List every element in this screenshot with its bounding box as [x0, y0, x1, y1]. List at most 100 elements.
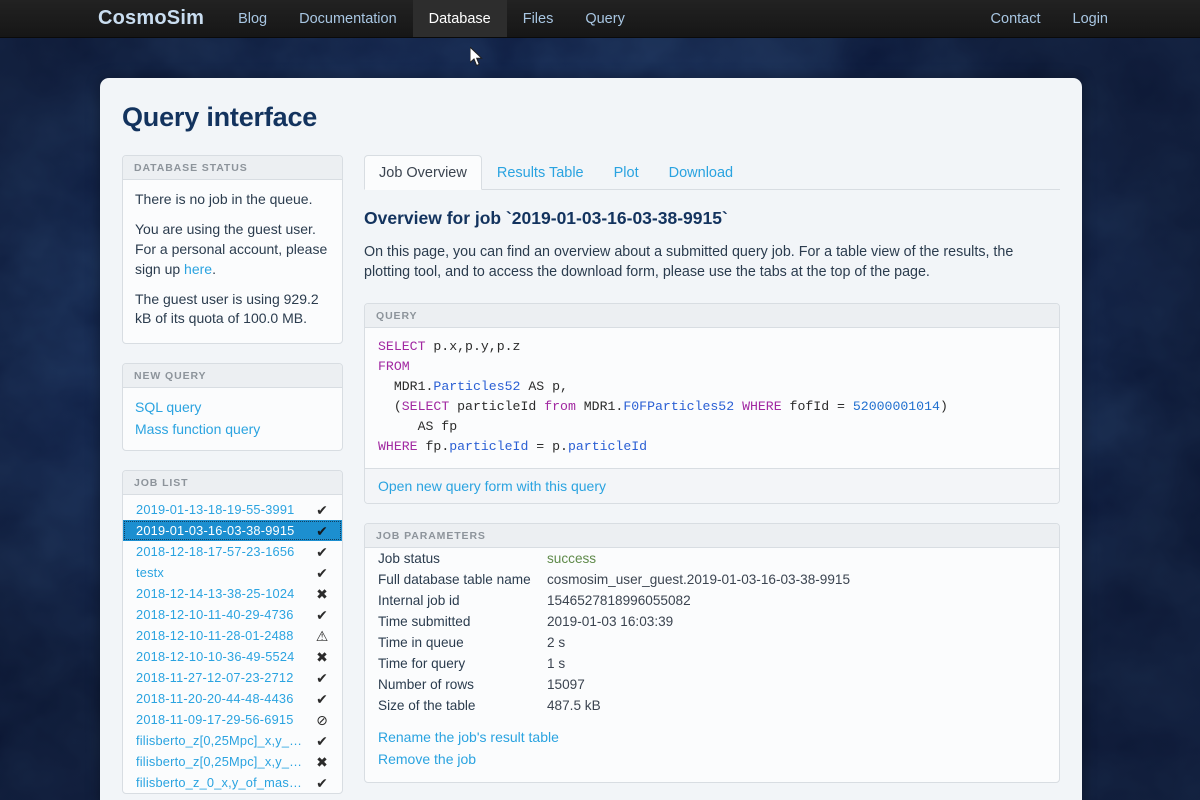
guest-user-text-post: . [212, 260, 216, 277]
nav-item-login[interactable]: Login [1057, 0, 1124, 37]
job-list-item-label: testx [136, 565, 165, 581]
nav-item-contact[interactable]: Contact [975, 0, 1057, 37]
sql-token-tbl: particleId [449, 438, 529, 454]
sql-line: AS fp [378, 417, 1046, 437]
job-parameter-row: Size of the table 487.5 kB [365, 695, 1059, 716]
nav-item-database[interactable]: Database [412, 0, 507, 37]
page-title: Query interface [122, 102, 318, 132]
rename-result-table-link[interactable]: Rename the job's result table [378, 726, 1046, 748]
job-actions: Rename the job's result table Remove the… [365, 716, 1059, 782]
nav-item-documentation[interactable]: Documentation [283, 0, 413, 37]
job-list-item-label: 2018-12-10-11-40-29-4736 [136, 607, 294, 623]
sql-line: WHERE fp.particleId = p.particleId [378, 437, 1046, 457]
job-list-item[interactable]: 2018-11-09-17-29-56-6915 ⊘ [123, 709, 342, 730]
job-list-item[interactable]: filisberto_z[0,25Mpc]_x,y_of... ✔ [123, 730, 342, 751]
job-parameter-key: Full database table name [378, 571, 531, 587]
cross-icon: ✖ [316, 648, 328, 665]
job-list-item-label: 2018-12-10-11-28-01-2488 [136, 628, 294, 644]
sql-token-kw: SELECT [378, 338, 426, 354]
sql-token-tbl: F0FParticles52 [623, 398, 735, 414]
job-list-item[interactable]: 2018-12-14-13-38-25-1024 ✖ [123, 583, 342, 604]
sidebar-item-sql-query[interactable]: SQL query [135, 396, 330, 418]
job-parameter-row: Time in queue 2 s [365, 632, 1059, 653]
sql-token-id: AS fp [378, 418, 458, 434]
check-icon: ✔ [316, 564, 328, 581]
sql-token-tbl: particleId [567, 438, 648, 454]
remove-job-link[interactable]: Remove the job [378, 748, 1046, 770]
database-status-card: DATABASE STATUS There is no job in the q… [122, 155, 343, 345]
job-parameter-value: 2019-01-03 16:03:39 [547, 613, 674, 629]
check-icon: ✔ [316, 774, 328, 791]
job-list-item[interactable]: 2018-12-18-17-57-23-1656 ✔ [123, 541, 342, 562]
job-list-item[interactable]: filisberto_z_0_x,y_of_massiv... ✔ [123, 772, 342, 793]
sidebar-item-mass-function-query[interactable]: Mass function query [135, 418, 330, 440]
tab-download[interactable]: Download [654, 155, 749, 190]
sql-line: (SELECT particleId from MDR1.F0FParticle… [378, 397, 1046, 417]
sql-line: MDR1.Particles52 AS p, [378, 377, 1046, 397]
job-list-item-label: 2018-11-20-20-44-48-4436 [136, 691, 294, 707]
job-list-item-label: filisberto_z[0,25Mpc]_x,y_of... [136, 754, 306, 770]
job-list-item-label: 2019-01-13-18-19-55-3991 [136, 502, 295, 518]
new-query-list: SQL query Mass function query [123, 388, 342, 450]
database-status-body: There is no job in the queue. You are us… [123, 180, 342, 343]
job-list-item[interactable]: 2019-01-03-16-03-38-9915 ✔ [123, 520, 342, 542]
job-parameter-row: Job status success [365, 548, 1059, 569]
job-list-item-label: filisberto_z[0,25Mpc]_x,y_of... [136, 733, 306, 749]
job-list-item[interactable]: testx ✔ [123, 562, 342, 583]
job-parameter-row: Internal job id 1546527818996055082 [365, 590, 1059, 611]
job-parameter-key: Number of rows [378, 676, 474, 692]
job-parameter-value: 1 s [547, 655, 566, 671]
job-list-item[interactable]: 2018-11-20-20-44-48-4436 ✔ [123, 688, 342, 709]
prohibited-icon: ⊘ [316, 711, 328, 728]
sql-token-id: MDR1. [378, 378, 434, 394]
cross-icon: ✖ [316, 585, 328, 602]
job-parameter-value: cosmosim_user_guest.2019-01-03-16-03-38-… [547, 571, 851, 587]
job-parameter-key: Job status [378, 550, 440, 566]
job-list-item[interactable]: filisberto_z[0,25Mpc]_x,y_of... ✖ [123, 751, 342, 772]
job-list-item-label: 2018-11-09-17-29-56-6915 [136, 712, 294, 728]
database-status-header: DATABASE STATUS [123, 156, 342, 180]
nav-item-blog[interactable]: Blog [222, 0, 283, 37]
job-list-item[interactable]: 2018-12-10-10-36-49-5524 ✖ [123, 646, 342, 667]
open-new-query-form-link[interactable]: Open new query form with this query [378, 478, 1046, 494]
job-list-item[interactable]: 2018-11-27-12-07-23-2712 ✔ [123, 667, 342, 688]
job-list-item[interactable]: 2019-01-13-18-19-55-3991 ✔ [123, 499, 342, 520]
nav-item-query[interactable]: Query [569, 0, 641, 37]
content-panel: Query interface DATABASE STATUS There is… [100, 78, 1082, 800]
job-list-item-label: 2018-12-10-10-36-49-5524 [136, 649, 295, 665]
nav-item-files[interactable]: Files [507, 0, 570, 37]
job-parameters-table: Job status success Full database table nam… [365, 548, 1059, 716]
sql-token-id: AS p, [520, 378, 568, 394]
job-list-item[interactable]: 2018-12-10-11-40-29-4736 ✔ [123, 604, 342, 625]
tab-job-overview[interactable]: Job Overview [364, 155, 482, 190]
job-parameters-card: JOB PARAMETERS Job status success Full dat… [364, 522, 1060, 783]
job-parameters-header: JOB PARAMETERS [365, 523, 1059, 548]
brand-logo[interactable]: CosmoSim [0, 0, 222, 37]
check-icon: ✔ [316, 606, 328, 623]
query-card-header: QUERY [365, 303, 1059, 328]
sql-token-id: ) [939, 398, 948, 414]
job-parameter-value: success [547, 550, 597, 566]
job-parameter-key: Time for query [378, 655, 466, 671]
job-parameter-row: Time for query 1 s [365, 653, 1059, 674]
sql-line: FROM [378, 357, 1046, 377]
sql-token-id: particleId [449, 398, 545, 414]
job-parameter-value: 1546527818996055082 [547, 592, 691, 608]
tab-plot[interactable]: Plot [599, 155, 654, 190]
signup-here-link[interactable]: here [184, 261, 212, 277]
job-list-item-label: 2019-01-03-16-03-38-9915 [136, 523, 295, 539]
tab-results-table[interactable]: Results Table [482, 155, 599, 190]
job-list-item-label: filisberto_z_0_x,y_of_massiv... [136, 775, 306, 791]
check-icon: ✔ [316, 690, 328, 707]
job-parameter-value: 15097 [547, 676, 585, 692]
job-parameter-key: Size of the table [378, 697, 476, 713]
job-list-item[interactable]: 2018-12-10-11-28-01-2488 ⚠ [123, 625, 342, 646]
guest-user-text-pre: You are using the guest user. For a pers… [135, 220, 328, 277]
tab-bar: Job Overview Results Table Plot Download [364, 155, 1060, 190]
sql-token-id: MDR1. [575, 398, 624, 414]
overview-description: On this page, you can find an overview a… [364, 244, 1014, 281]
sql-token-id: ( [378, 398, 402, 414]
query-card-footer: Open new query form with this query [365, 467, 1059, 503]
secondary-nav: Contact Login [975, 0, 1200, 37]
job-list-item-label: 2018-12-14-13-38-25-1024 [136, 586, 295, 602]
